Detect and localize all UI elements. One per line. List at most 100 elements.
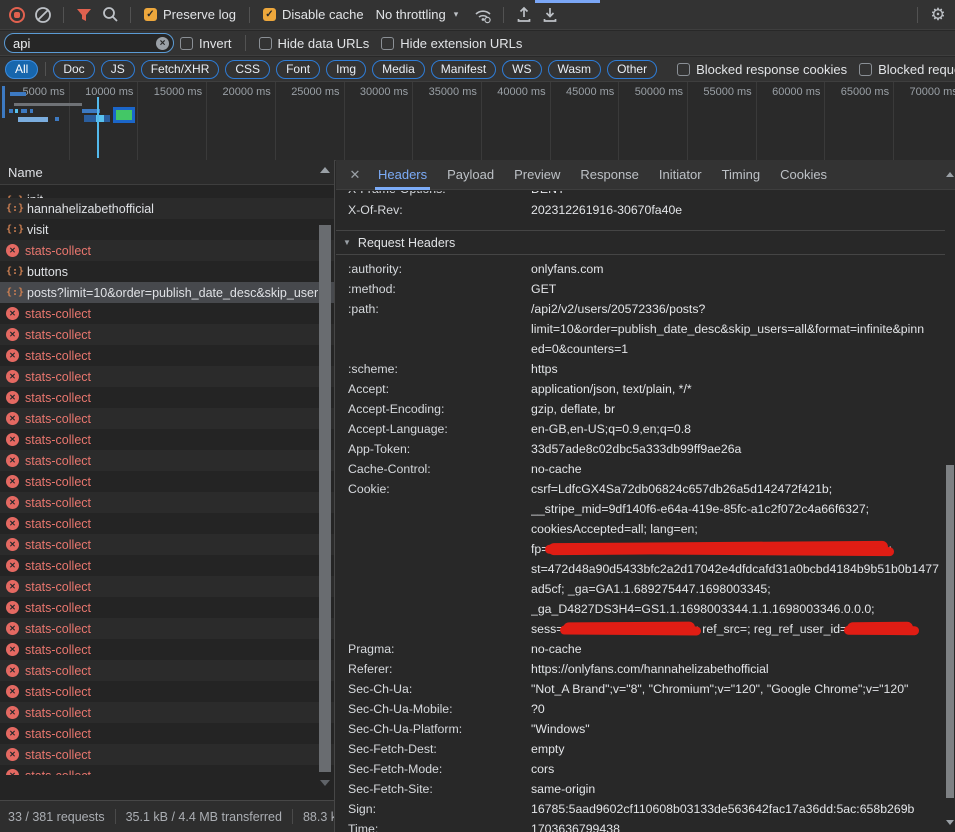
tab-response[interactable]: Response <box>570 160 649 190</box>
hide-data-urls-checkbox[interactable]: Hide data URLs <box>259 36 370 51</box>
chip-separator <box>45 62 46 76</box>
request-header-row: Sign:16785:5aad9602cf110608b03133de56364… <box>336 799 945 819</box>
header-name: Accept: <box>348 379 531 399</box>
header-value: empty <box>531 739 945 759</box>
filter-chip-media[interactable]: Media <box>372 60 425 79</box>
request-row[interactable]: ✕stats-collect <box>0 639 334 660</box>
request-row[interactable]: ✕stats-collect <box>0 471 334 492</box>
tab-cookies[interactable]: Cookies <box>770 160 837 190</box>
request-name: stats-collect <box>25 391 91 405</box>
request-row[interactable]: ✕stats-collect <box>0 387 334 408</box>
scroll-up-icon[interactable] <box>946 172 954 177</box>
settings-button[interactable]: ⚙ <box>925 2 951 28</box>
import-har-icon <box>516 6 532 23</box>
header-name: :authority: <box>348 259 531 279</box>
failed-request-icon: ✕ <box>6 559 19 572</box>
request-row[interactable]: ✕stats-collect <box>0 555 334 576</box>
disable-cache-checkbox[interactable]: ✓ Disable cache <box>263 7 364 22</box>
filter-chip-all[interactable]: All <box>5 60 38 79</box>
waterfall-bar <box>18 117 48 122</box>
network-conditions-button[interactable] <box>470 2 496 28</box>
filter-chip-font[interactable]: Font <box>276 60 320 79</box>
request-row[interactable]: ✕stats-collect <box>0 702 334 723</box>
tab-payload[interactable]: Payload <box>437 160 504 190</box>
request-row[interactable]: {:}hannahelizabethofficial <box>0 198 334 219</box>
tab-headers[interactable]: Headers <box>368 160 437 190</box>
blocked-response-cookies-checkbox[interactable]: Blocked response cookies <box>677 62 847 77</box>
request-row[interactable]: ✕stats-collect <box>0 681 334 702</box>
request-row[interactable]: ✕stats-collect <box>0 450 334 471</box>
search-button[interactable] <box>97 2 123 28</box>
timeline-cursor-line <box>97 97 99 158</box>
toolbar-separator <box>249 7 250 23</box>
tab-preview[interactable]: Preview <box>504 160 570 190</box>
request-row[interactable]: {:}buttons <box>0 261 334 282</box>
invert-checkbox[interactable]: Invert <box>180 36 232 51</box>
request-row[interactable]: ✕stats-collect <box>0 240 334 261</box>
filter-toggle-button[interactable] <box>71 2 97 28</box>
scroll-down-icon[interactable] <box>946 820 954 825</box>
checkbox-checked-icon: ✓ <box>263 8 276 21</box>
import-har-button[interactable] <box>511 2 537 28</box>
request-row[interactable]: ✕stats-collect <box>0 723 334 744</box>
name-column-header[interactable]: Name <box>0 160 334 185</box>
header-value-line: gzip, deflate, br <box>531 399 945 419</box>
request-row[interactable]: ✕stats-collect <box>0 492 334 513</box>
throttling-dropdown[interactable]: No throttling ▾ <box>376 7 459 22</box>
scroll-down-icon[interactable] <box>320 780 330 786</box>
request-row[interactable]: ✕stats-collect <box>0 618 334 639</box>
filter-chip-wasm[interactable]: Wasm <box>548 60 602 79</box>
detail-scrollbar[interactable] <box>945 160 955 832</box>
hide-extension-urls-checkbox[interactable]: Hide extension URLs <box>381 36 522 51</box>
scrollbar-thumb[interactable] <box>946 465 954 798</box>
header-name: Pragma: <box>348 639 531 659</box>
request-row[interactable]: ✕stats-collect <box>0 744 334 765</box>
filter-chip-fetch-xhr[interactable]: Fetch/XHR <box>141 60 220 79</box>
request-row[interactable]: ✕stats-collect <box>0 576 334 597</box>
filter-chip-ws[interactable]: WS <box>502 60 541 79</box>
blocked-requests-checkbox[interactable]: Blocked requests <box>859 62 955 77</box>
scrollbar-thumb[interactable] <box>319 225 331 772</box>
request-row[interactable]: ✕stats-collect <box>0 513 334 534</box>
request-row[interactable]: ✕stats-collect <box>0 408 334 429</box>
request-row[interactable]: {:}visit <box>0 219 334 240</box>
request-row[interactable]: ✕stats-collect <box>0 324 334 345</box>
request-row[interactable]: ✕stats-collect <box>0 429 334 450</box>
clear-filter-icon[interactable]: × <box>156 37 169 50</box>
request-row[interactable]: ✕stats-collect <box>0 534 334 555</box>
filter-chip-manifest[interactable]: Manifest <box>431 60 496 79</box>
request-row[interactable]: ✕stats-collect <box>0 765 334 775</box>
request-headers-section-toggle[interactable]: ▼ Request Headers <box>336 231 945 254</box>
filter-chip-js[interactable]: JS <box>101 60 135 79</box>
request-row[interactable]: ✕stats-collect <box>0 660 334 681</box>
record-button[interactable] <box>4 2 30 28</box>
request-row[interactable]: ✕stats-collect <box>0 303 334 324</box>
tab-timing[interactable]: Timing <box>712 160 771 190</box>
tab-initiator[interactable]: Initiator <box>649 160 712 190</box>
request-name: init <box>27 193 43 198</box>
preserve-log-checkbox[interactable]: ✓ Preserve log <box>144 7 236 22</box>
filter-input[interactable] <box>4 33 174 53</box>
clear-button[interactable] <box>30 2 56 28</box>
request-row[interactable]: ✕stats-collect <box>0 366 334 387</box>
request-row[interactable]: {:}posts?limit=10&order=publish_date_des… <box>0 282 334 303</box>
search-icon <box>102 6 119 23</box>
export-har-button[interactable] <box>537 2 563 28</box>
filter-chip-doc[interactable]: Doc <box>53 60 94 79</box>
request-header-row: Referer:https://onlyfans.com/hannaheliza… <box>336 659 945 679</box>
filter-chip-css[interactable]: CSS <box>225 60 270 79</box>
filter-chip-other[interactable]: Other <box>607 60 657 79</box>
timeline-tick-label: 60000 ms <box>748 86 820 98</box>
request-row[interactable]: ✕stats-collect <box>0 345 334 366</box>
failed-request-icon: ✕ <box>6 370 19 383</box>
waterfall-bar <box>10 92 26 96</box>
close-detail-button[interactable]: ✕ <box>342 167 368 183</box>
request-list-scrollbar[interactable] <box>317 160 333 800</box>
header-value-line: csrf=LdfcGX4Sa72db06824c657db26a5d142472… <box>531 479 945 499</box>
filter-chip-img[interactable]: Img <box>326 60 366 79</box>
request-row[interactable]: ✕stats-collect <box>0 597 334 618</box>
request-row[interactable]: {:}init <box>0 185 334 198</box>
header-value-line: empty <box>531 739 945 759</box>
timeline-overview[interactable]: 5000 ms10000 ms15000 ms20000 ms25000 ms3… <box>0 82 955 161</box>
scroll-up-icon[interactable] <box>320 167 330 173</box>
